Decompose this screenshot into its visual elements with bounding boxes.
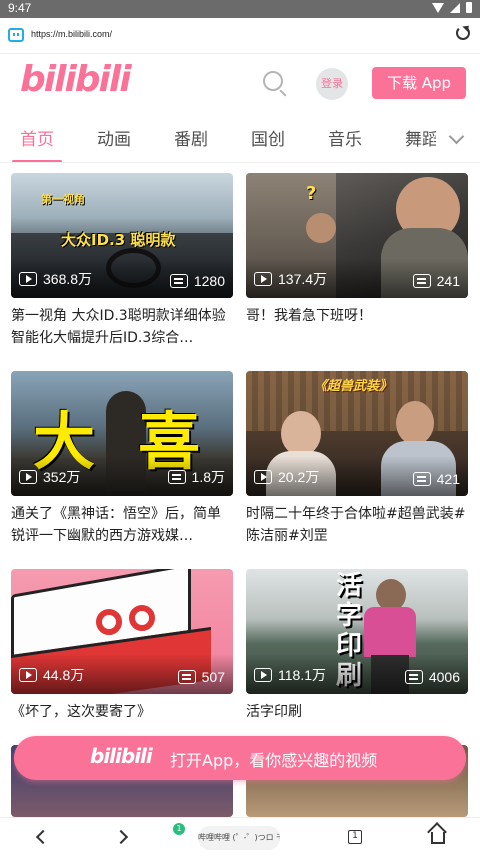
view-count: 20.2万 <box>254 467 319 487</box>
home-icon[interactable] <box>431 832 445 844</box>
tab-animation[interactable]: 动画 <box>97 125 131 150</box>
play-count-icon <box>254 668 272 682</box>
search-icon[interactable] <box>263 71 283 91</box>
play-count-icon <box>19 668 37 682</box>
danmaku-icon <box>412 274 431 288</box>
play-count-icon <box>19 470 37 484</box>
play-count-icon <box>254 470 272 484</box>
danmaku-count: 1.8万 <box>167 467 225 487</box>
bilibili-tv-icon <box>8 28 24 42</box>
danmaku-count: 241 <box>412 273 460 289</box>
back-icon[interactable] <box>35 829 51 845</box>
banner-logo: bilibili <box>90 744 153 768</box>
view-count: 137.4万 <box>254 269 327 289</box>
category-tabs: 首页 动画 番剧 国创 音乐 舞蹈 <box>0 113 480 163</box>
danmaku-count: 4006 <box>404 669 460 685</box>
video-thumbnail[interactable]: 大 喜 352万 1.8万 <box>11 371 233 496</box>
tabs-count-icon[interactable]: 1 <box>348 830 362 844</box>
signal-icon <box>450 2 460 13</box>
video-thumbnail[interactable]: 44.8万 507 <box>11 569 233 694</box>
wifi-icon <box>432 2 444 13</box>
status-time: 9:47 <box>8 1 32 15</box>
notification-badge: 1 <box>173 823 185 835</box>
view-count: 352万 <box>19 467 80 487</box>
site-header: bilibili 登录 下载 App <box>0 55 480 113</box>
danmaku-count: 421 <box>412 471 460 487</box>
danmaku-icon <box>177 670 196 684</box>
thumbnail-caption: ? <box>306 183 317 204</box>
danmaku-count: 507 <box>177 669 225 685</box>
tab-bangumi[interactable]: 番剧 <box>174 125 208 150</box>
open-app-banner[interactable]: bilibili 打开App，看你感兴趣的视频 <box>14 736 466 780</box>
tab-dance[interactable]: 舞蹈 <box>405 125 439 150</box>
banner-text: 打开App，看你感兴趣的视频 <box>170 751 378 770</box>
view-count: 118.1万 <box>254 665 326 685</box>
chevron-down-icon[interactable] <box>436 113 480 162</box>
video-title[interactable]: 时隔二十年终于合体啦#超兽武装#陈洁丽#刘罡 <box>246 503 468 547</box>
view-count: 44.8万 <box>19 665 84 685</box>
danmaku-icon <box>404 670 423 684</box>
video-title[interactable]: 哥！我着急下班呀！ <box>246 305 468 349</box>
video-card[interactable]: 活字印刷 118.1万 4006 活字印刷 <box>246 569 468 745</box>
play-count-icon <box>254 272 272 286</box>
danmaku-icon <box>412 472 431 486</box>
forward-icon[interactable] <box>113 829 129 845</box>
battery-icon <box>466 2 472 13</box>
active-tab-indicator <box>12 160 62 162</box>
tab-guochuang[interactable]: 国创 <box>251 125 285 150</box>
thumbnail-caption: 《超兽武装》 <box>314 379 393 394</box>
current-tab-chip[interactable]: 哔哩哔哩 (゜-゜)つロ 干 <box>198 826 280 850</box>
reload-icon[interactable] <box>456 26 470 40</box>
url-text[interactable]: https://m.bilibili.com/ <box>31 29 112 39</box>
status-icons <box>432 2 472 13</box>
danmaku-icon <box>167 470 186 484</box>
view-count: 368.8万 <box>19 269 92 289</box>
download-app-button[interactable]: 下载 App <box>372 67 466 99</box>
thumbnail-caption: 大众ID.3 聪明款 <box>61 231 176 249</box>
video-thumbnail[interactable]: ? 137.4万 241 <box>246 173 468 298</box>
video-thumbnail[interactable]: 活字印刷 118.1万 4006 <box>246 569 468 694</box>
tab-music[interactable]: 音乐 <box>328 125 362 150</box>
video-card[interactable]: 第一视角 大众ID.3 聪明款 368.8万 1280 第一视角 大众ID.3聪… <box>11 173 233 349</box>
thumbnail-subcaption: 第一视角 <box>41 193 85 206</box>
play-count-icon <box>19 272 37 286</box>
video-thumbnail[interactable]: 《超兽武装》 20.2万 421 <box>246 371 468 496</box>
video-card[interactable]: 44.8万 507 《坏了，这次要寄了》 <box>11 569 233 745</box>
browser-url-bar[interactable]: https://m.bilibili.com/ <box>0 18 480 54</box>
login-button[interactable]: 登录 <box>316 68 348 100</box>
video-card[interactable]: ? 137.4万 241 哥！我着急下班呀！ <box>246 173 468 349</box>
status-bar: 9:47 <box>0 0 480 18</box>
video-card[interactable]: 《超兽武装》 20.2万 421 时隔二十年终于合体啦#超兽武装#陈洁丽#刘罡 <box>246 371 468 547</box>
danmaku-icon <box>169 274 188 288</box>
bilibili-logo[interactable]: bilibili <box>20 59 132 100</box>
video-title[interactable]: 通关了《黑神话：悟空》后，简单锐评一下幽默的西方游戏媒… <box>11 503 233 547</box>
browser-nav-bar: 1 哔哩哔哩 (゜-゜)つロ 干 1 <box>0 817 480 857</box>
video-title[interactable]: 第一视角 大众ID.3聪明款详细体验 智能化大幅提升后ID.3综合… <box>11 305 233 349</box>
danmaku-count: 1280 <box>169 273 225 289</box>
video-card[interactable]: 大 喜 352万 1.8万 通关了《黑神话：悟空》后，简单锐评一下幽默的西方游戏… <box>11 371 233 547</box>
video-thumbnail[interactable]: 第一视角 大众ID.3 聪明款 368.8万 1280 <box>11 173 233 298</box>
tab-home[interactable]: 首页 <box>20 125 54 150</box>
